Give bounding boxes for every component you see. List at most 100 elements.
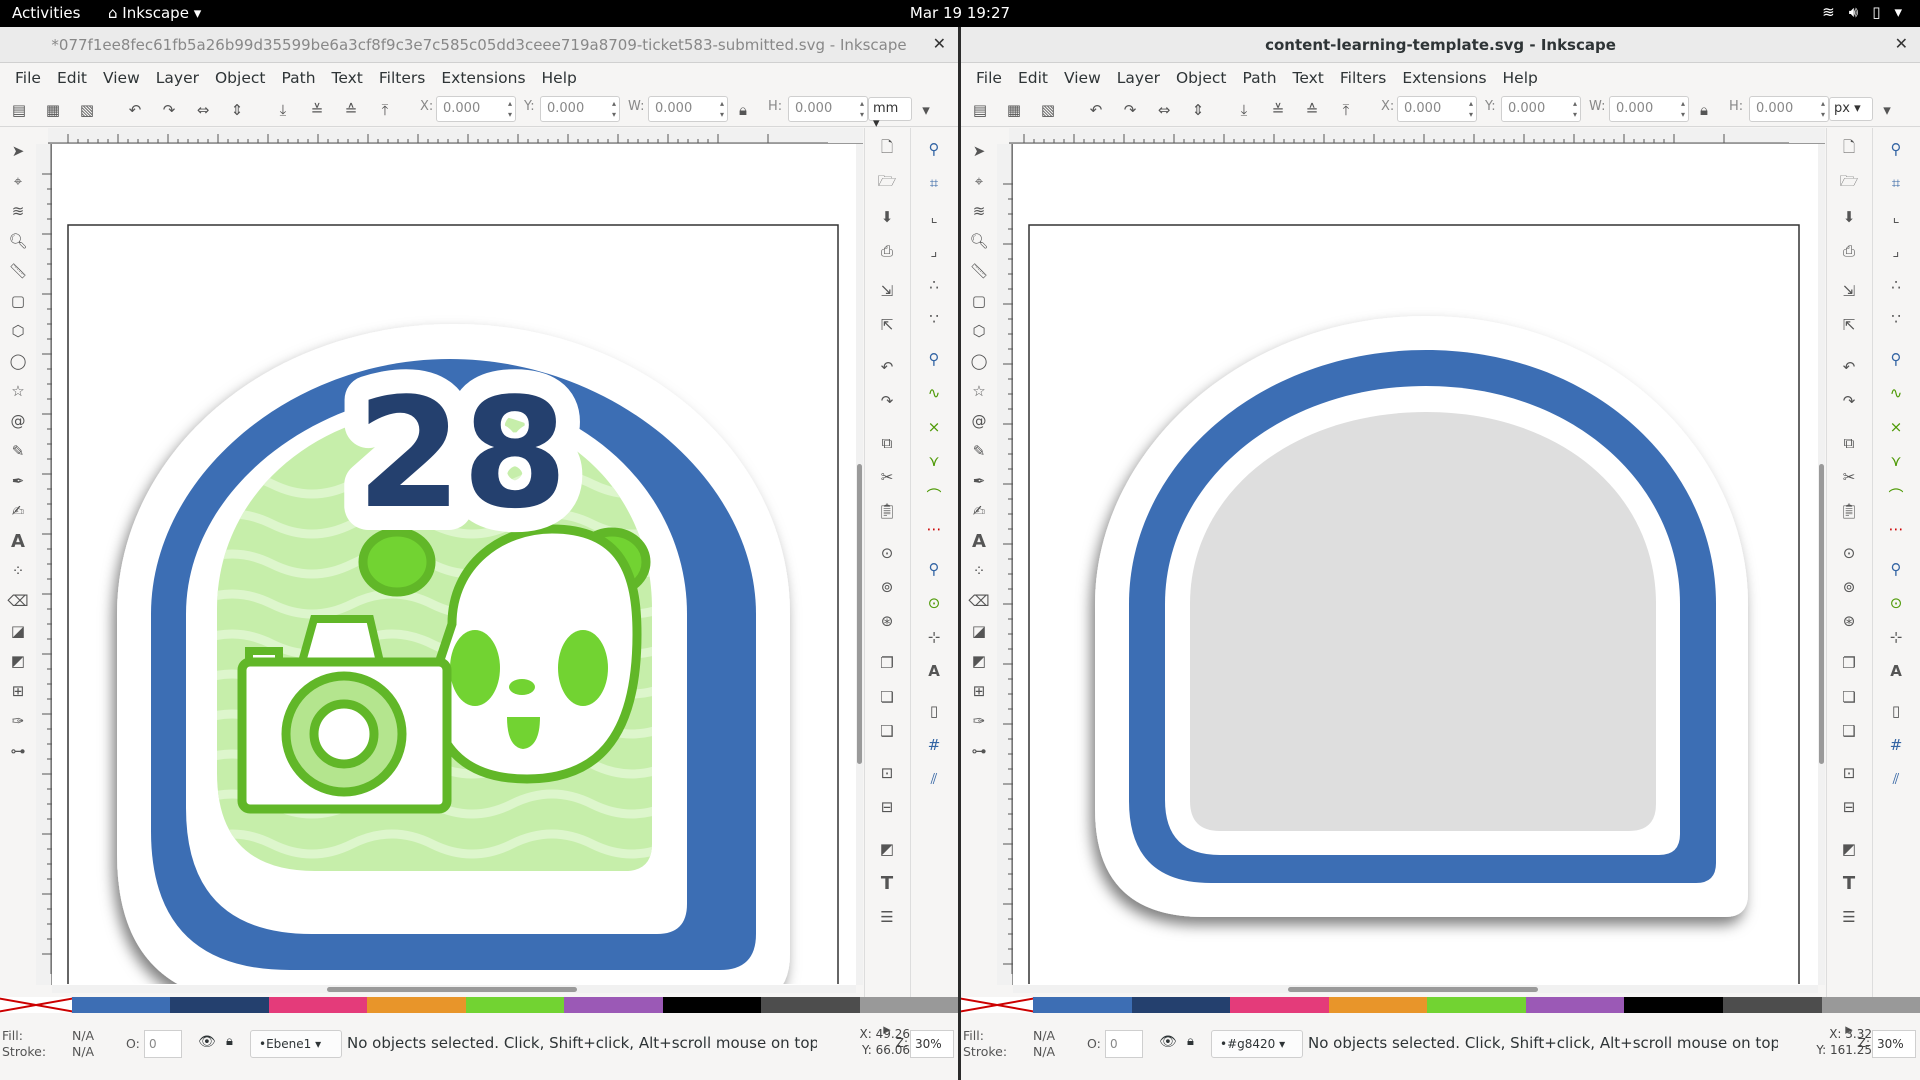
menu-extensions[interactable]: Extensions: [1395, 66, 1493, 90]
text-font-icon[interactable]: T: [876, 872, 898, 894]
swatch[interactable]: [367, 997, 466, 1013]
ungroup-icon[interactable]: ⊟: [1838, 796, 1860, 818]
pen-tool-icon[interactable]: ✒: [968, 470, 990, 492]
mesh-tool-icon[interactable]: ⊞: [968, 680, 990, 702]
lower-to-bottom-icon[interactable]: ⤓: [1233, 99, 1255, 121]
paint-bucket-tool-icon[interactable]: ◪: [7, 620, 29, 642]
layer-select[interactable]: •Ebene1 ▾: [250, 1030, 342, 1058]
unit-select[interactable]: px ▾: [1829, 97, 1873, 121]
horizontal-ruler[interactable]: [1009, 128, 1825, 144]
swatch[interactable]: [1427, 997, 1526, 1013]
export-icon[interactable]: ⇱: [1838, 314, 1860, 336]
pen-tool-icon[interactable]: ✒: [7, 470, 29, 492]
snap-grid-icon[interactable]: #: [1885, 734, 1907, 756]
lower-icon[interactable]: ≚: [1267, 99, 1289, 121]
menu-text[interactable]: Text: [1286, 66, 1331, 90]
raise-icon[interactable]: ≙: [340, 99, 362, 121]
snap-page-border-icon[interactable]: ▯: [1885, 700, 1907, 722]
ungroup-icon[interactable]: ⊟: [876, 796, 898, 818]
flip-vertical-icon[interactable]: ⇕: [226, 99, 248, 121]
eraser-tool-icon[interactable]: ⌫: [7, 590, 29, 612]
snap-text-baseline-icon[interactable]: A: [923, 660, 945, 682]
spray-tool-icon[interactable]: ⁘: [968, 560, 990, 582]
no-paint-swatch[interactable]: [961, 997, 1033, 1013]
snap-path-icon[interactable]: ∿: [923, 382, 945, 404]
snap-toggle-icon[interactable]: ⚲: [923, 138, 945, 160]
snap-nodes-icon[interactable]: ⚲: [923, 348, 945, 370]
save-icon[interactable]: ⬇: [876, 206, 898, 228]
fill-stroke-icon[interactable]: ◩: [876, 838, 898, 860]
menu-layer[interactable]: Layer: [149, 66, 206, 90]
paste-icon[interactable]: 📋︎: [1838, 500, 1860, 522]
layers-icon[interactable]: ☰: [876, 906, 898, 928]
menu-help[interactable]: Help: [1496, 66, 1545, 90]
swatch[interactable]: [761, 997, 860, 1013]
zoom-field[interactable]: 30%: [910, 1030, 954, 1058]
vertical-ruler[interactable]: [997, 144, 1013, 985]
snap-text-baseline-icon[interactable]: A: [1885, 660, 1907, 682]
menu-view[interactable]: View: [96, 66, 147, 90]
fill-stroke-values[interactable]: N/A N/A: [72, 1028, 94, 1060]
x-field[interactable]: 0.000: [1397, 96, 1477, 122]
swatch[interactable]: [1131, 997, 1231, 1013]
y-field[interactable]: 0.000: [1501, 96, 1581, 122]
snap-rotation-center-icon[interactable]: ⊹: [923, 626, 945, 648]
flip-vertical-icon[interactable]: ⇕: [1187, 99, 1209, 121]
menu-help[interactable]: Help: [535, 66, 584, 90]
rotate-ccw-icon[interactable]: ↶: [124, 99, 146, 121]
export-icon[interactable]: ⇱: [876, 314, 898, 336]
snap-midpoint-icon[interactable]: ⋯: [923, 518, 945, 540]
drawing-canvas[interactable]: 28 28: [52, 144, 856, 985]
3d-box-tool-icon[interactable]: ⬡: [7, 320, 29, 342]
undo-icon[interactable]: ↶: [1838, 356, 1860, 378]
text-font-icon[interactable]: T: [1838, 872, 1860, 894]
snap-grid-icon[interactable]: #: [923, 734, 945, 756]
menu-filters[interactable]: Filters: [1333, 66, 1393, 90]
title-bar[interactable]: content-learning-template.svg - Inkscape…: [961, 27, 1920, 63]
menu-text[interactable]: Text: [325, 66, 370, 90]
dropper-tool-icon[interactable]: ✑: [7, 710, 29, 732]
layer-select[interactable]: •#g8420 ▾: [1211, 1030, 1303, 1058]
horizontal-scrollbar[interactable]: [52, 985, 856, 993]
swatch[interactable]: [1821, 997, 1920, 1013]
menu-object[interactable]: Object: [1169, 66, 1233, 90]
system-tray[interactable]: ≋ 🔊︎ ▯ ▾: [1822, 3, 1902, 21]
swatch[interactable]: [662, 997, 762, 1013]
paste-icon[interactable]: 📋︎: [876, 500, 898, 522]
snap-smooth-icon[interactable]: ⌒: [1885, 484, 1907, 506]
chevron-down-icon[interactable]: ▾: [1876, 99, 1898, 121]
gradient-tool-icon[interactable]: ◩: [968, 650, 990, 672]
clock[interactable]: Mar 19 19:27: [0, 4, 1920, 22]
pencil-tool-icon[interactable]: ✎: [968, 440, 990, 462]
paint-bucket-tool-icon[interactable]: ◪: [968, 620, 990, 642]
clone-icon[interactable]: ❏: [1838, 686, 1860, 708]
menu-edit[interactable]: Edit: [1011, 66, 1055, 90]
swatch[interactable]: [465, 997, 565, 1013]
swatch[interactable]: [859, 997, 958, 1013]
node-tool-icon[interactable]: ⌖: [968, 170, 990, 192]
h-field[interactable]: 0.000: [788, 96, 868, 122]
zoom-page-icon[interactable]: ⊛: [876, 610, 898, 632]
horizontal-scrollbar[interactable]: [1013, 985, 1818, 993]
open-icon[interactable]: 🗁: [1838, 172, 1860, 194]
chevron-down-icon[interactable]: ▾: [915, 99, 937, 121]
menu-layer[interactable]: Layer: [1110, 66, 1167, 90]
snap-bbox-midpoint-icon[interactable]: ∴: [1885, 274, 1907, 296]
no-paint-swatch[interactable]: [0, 997, 72, 1013]
vertical-scrollbar[interactable]: [1818, 144, 1825, 985]
measure-tool-icon[interactable]: 📏︎: [7, 260, 29, 282]
menu-edit[interactable]: Edit: [50, 66, 94, 90]
zoom-drawing-icon[interactable]: ⊚: [1838, 576, 1860, 598]
snap-object-center-icon[interactable]: ⊙: [1885, 592, 1907, 614]
save-icon[interactable]: ⬇: [1838, 206, 1860, 228]
cut-icon[interactable]: ✂: [876, 466, 898, 488]
badge-template[interactable]: [1095, 316, 1748, 917]
opacity-field[interactable]: 0: [1105, 1030, 1143, 1058]
select-all-icon[interactable]: ▤: [8, 99, 30, 121]
text-tool-icon[interactable]: A: [968, 530, 990, 552]
vertical-ruler[interactable]: [36, 144, 52, 985]
swatch[interactable]: [1722, 997, 1822, 1013]
tweak-tool-icon[interactable]: ≋: [7, 200, 29, 222]
raise-icon[interactable]: ≙: [1301, 99, 1323, 121]
color-palette[interactable]: [0, 997, 958, 1013]
